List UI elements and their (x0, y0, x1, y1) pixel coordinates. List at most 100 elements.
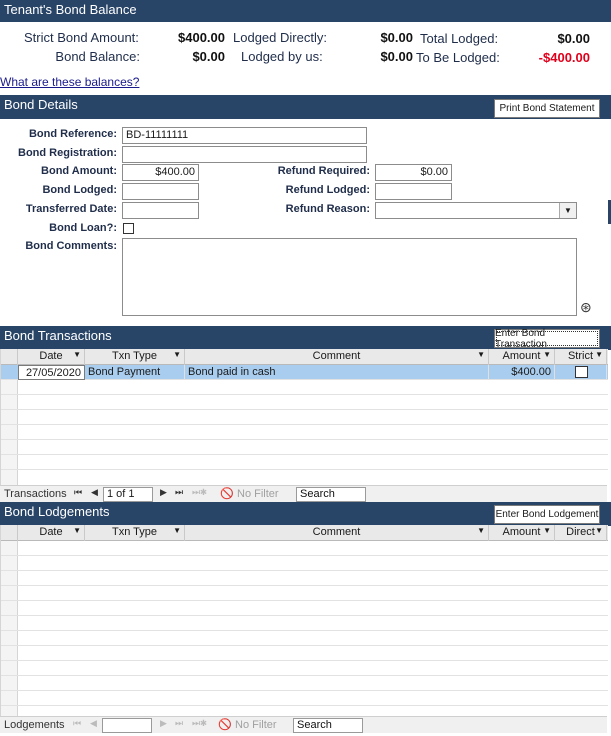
chevron-down-icon[interactable]: ▼ (477, 526, 485, 535)
bond-registration-input[interactable] (122, 146, 367, 163)
no-filter-label[interactable]: No Filter (235, 719, 277, 731)
no-filter-icon[interactable]: 🚫 (220, 487, 234, 500)
lodged-by-us-label: Lodged by us: (241, 49, 323, 64)
last-record-icon[interactable]: ⏭ (175, 487, 183, 498)
row-strict-cell[interactable] (555, 365, 607, 380)
row-date[interactable]: 27/05/2020 (18, 365, 85, 380)
previous-record-icon[interactable]: ◀ (91, 487, 98, 498)
next-record-icon[interactable]: ▶ (160, 487, 167, 498)
no-filter-label[interactable]: No Filter (237, 488, 279, 500)
chevron-down-icon[interactable]: ▼ (73, 350, 81, 359)
empty-row (1, 571, 608, 586)
chevron-down-icon[interactable]: ▼ (477, 350, 485, 359)
select-all-corner[interactable] (1, 525, 18, 541)
col-amount[interactable]: Amount ▼ (489, 349, 555, 365)
strict-bond-amount-label: Strict Bond Amount: (24, 30, 139, 45)
bond-lodgements-title: Bond Lodgements (4, 504, 110, 519)
col-strict[interactable]: Strict ▼ (555, 349, 607, 365)
transactions-navigation-bar: Transactions ⏮ ◀ 1 of 1 ▶ ⏭ ⏭✱ 🚫 No Filt… (0, 485, 607, 502)
refund-required-input[interactable]: $0.00 (375, 164, 452, 181)
col-comment[interactable]: Comment ▼ (185, 525, 489, 541)
bond-comments-label: Bond Comments: (25, 240, 117, 252)
bond-loan-label: Bond Loan?: (49, 222, 117, 234)
empty-row (1, 440, 608, 455)
record-number-input[interactable]: 1 of 1 (103, 487, 153, 502)
bond-amount-input[interactable]: $400.00 (122, 164, 199, 181)
enter-bond-transaction-button[interactable]: Enter Bond Transaction (494, 328, 600, 350)
transactions-grid-header: Date ▼ Txn Type ▼ Comment ▼ Amount ▼ Strict ▼ (1, 349, 608, 365)
table-row[interactable]: 27/05/2020 Bond Payment Bond paid in cas… (1, 365, 608, 380)
previous-record-icon[interactable]: ◀ (90, 718, 97, 729)
total-lodged-label: Total Lodged: (420, 31, 499, 46)
col-txn-type[interactable]: Txn Type ▼ (85, 525, 185, 541)
new-record-icon[interactable]: ⏭✱ (192, 718, 207, 729)
col-date[interactable]: Date ▼ (18, 349, 85, 365)
new-record-icon[interactable]: ⏭✱ (192, 487, 207, 498)
first-record-icon[interactable]: ⏮ (74, 487, 82, 498)
chevron-down-icon[interactable]: ▼ (173, 526, 181, 535)
refund-lodged-label: Refund Lodged: (285, 184, 370, 196)
bond-transactions-title: Bond Transactions (4, 328, 112, 343)
empty-row (1, 616, 608, 631)
refund-lodged-input[interactable] (375, 183, 452, 200)
record-number-input[interactable] (102, 718, 152, 733)
chevron-down-icon[interactable]: ▼ (543, 526, 551, 535)
lodgements-navigation-bar: Lodgements ⏮ ◀ ▶ ⏭ ⏭✱ 🚫 No Filter Search (0, 716, 607, 733)
col-txn-type[interactable]: Txn Type ▼ (85, 349, 185, 365)
col-date[interactable]: Date ▼ (18, 525, 85, 541)
no-filter-icon[interactable]: 🚫 (218, 718, 232, 731)
empty-row (1, 541, 608, 556)
bond-comments-textarea[interactable] (122, 238, 577, 316)
empty-row (1, 661, 608, 676)
empty-row (1, 646, 608, 661)
col-comment[interactable]: Comment ▼ (185, 349, 489, 365)
bond-loan-checkbox[interactable] (123, 223, 134, 234)
empty-row (1, 395, 608, 410)
to-be-lodged-value: -$400.00 (538, 50, 590, 65)
chevron-down-icon[interactable]: ▼ (595, 350, 603, 359)
select-all-corner[interactable] (1, 349, 18, 365)
empty-row (1, 410, 608, 425)
chevron-down-icon[interactable]: ▼ (543, 350, 551, 359)
col-amount[interactable]: Amount ▼ (489, 525, 555, 541)
chevron-down-icon[interactable]: ▼ (73, 526, 81, 535)
balances-help-link[interactable]: What are these balances? (0, 75, 139, 89)
bond-details-title: Bond Details (4, 97, 78, 112)
row-amount[interactable]: $400.00 (489, 365, 555, 380)
empty-row (1, 380, 608, 395)
transactions-nav-label: Transactions (4, 488, 67, 500)
lodgements-nav-label: Lodgements (4, 719, 65, 731)
enter-bond-lodgement-button[interactable]: Enter Bond Lodgement (494, 505, 600, 524)
chevron-down-icon[interactable]: ▼ (595, 526, 603, 535)
lodged-directly-label: Lodged Directly: (233, 30, 327, 45)
refund-reason-select[interactable]: ▼ (375, 202, 577, 219)
to-be-lodged-label: To Be Lodged: (416, 50, 500, 65)
empty-row (1, 676, 608, 691)
next-record-icon[interactable]: ▶ (160, 718, 167, 729)
transferred-date-label: Transferred Date: (25, 203, 117, 215)
chevron-down-icon[interactable]: ▼ (173, 350, 181, 359)
bond-reference-input[interactable]: BD-11111111 (122, 127, 367, 144)
col-direct[interactable]: Direct ▼ (555, 525, 607, 541)
transferred-date-input[interactable] (122, 202, 199, 219)
row-txn-type[interactable]: Bond Payment (85, 365, 185, 380)
last-record-icon[interactable]: ⏭ (175, 718, 183, 729)
row-comment[interactable]: Bond paid in cash (185, 365, 489, 380)
total-lodged-value: $0.00 (557, 31, 590, 46)
bond-balance-value: $0.00 (192, 49, 225, 64)
strict-checkbox[interactable] (575, 366, 588, 378)
bond-balance-label: Bond Balance: (55, 49, 140, 64)
lodgements-search-input[interactable]: Search (293, 718, 363, 733)
bond-registration-label: Bond Registration: (18, 147, 117, 159)
first-record-icon[interactable]: ⏮ (73, 718, 81, 729)
strict-bond-amount-value: $400.00 (178, 30, 225, 45)
refund-reason-label: Refund Reason: (285, 203, 370, 215)
empty-row (1, 691, 608, 706)
chevron-down-icon[interactable]: ▼ (559, 203, 576, 218)
print-bond-statement-button[interactable]: Print Bond Statement (494, 99, 600, 118)
zoom-icon[interactable]: ⊛ (580, 299, 592, 316)
bond-lodged-input[interactable] (122, 183, 199, 200)
bond-balance-header: Tenant's Bond Balance (0, 0, 611, 22)
lodgements-grid: Date ▼ Txn Type ▼ Comment ▼ Amount ▼ Direct ▼ (0, 525, 608, 716)
transactions-search-input[interactable]: Search (296, 487, 366, 502)
